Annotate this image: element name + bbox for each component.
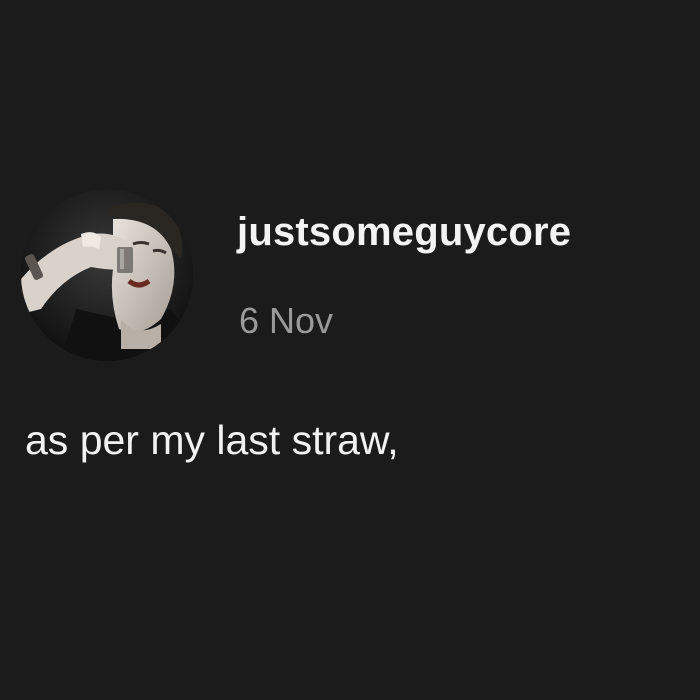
post-card: justsomeguycore 6 Nov as per my last str…: [0, 0, 700, 700]
user-avatar-photo-icon: [21, 189, 193, 361]
post-text: as per my last straw,: [25, 417, 399, 463]
avatar[interactable]: [21, 189, 193, 361]
username[interactable]: justsomeguycore: [237, 210, 571, 255]
post-date: 6 Nov: [239, 300, 334, 341]
